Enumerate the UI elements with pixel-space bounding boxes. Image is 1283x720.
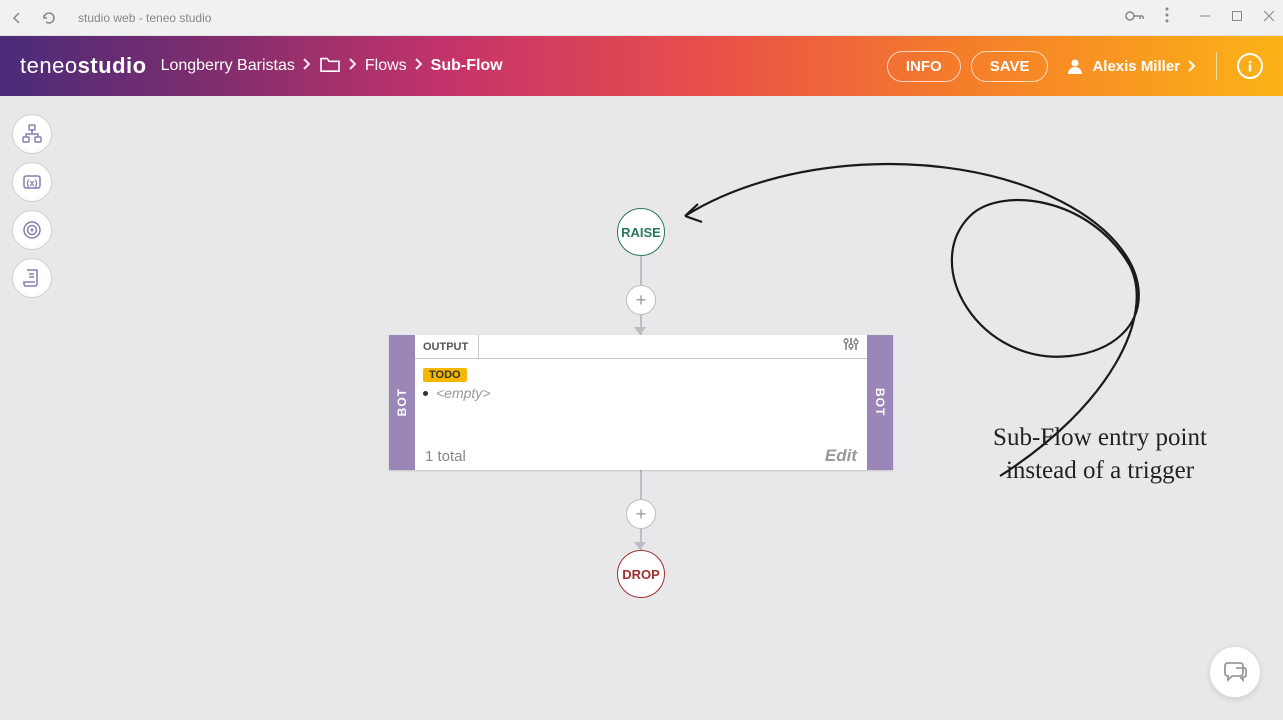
reload-button[interactable] (40, 9, 58, 27)
raise-node[interactable]: RAISE (617, 208, 665, 256)
app-header: teneostudio Longberry Baristas Flows Sub… (0, 36, 1283, 96)
chat-fab[interactable] (1209, 646, 1261, 698)
chevron-right-icon (415, 57, 423, 75)
drop-node[interactable]: DROP (617, 550, 665, 598)
svg-text:(x): (x) (27, 178, 38, 188)
bullet-icon (423, 391, 428, 396)
chevron-right-icon (349, 57, 357, 75)
chevron-right-icon (1188, 60, 1196, 72)
rail-script-button[interactable] (12, 258, 52, 298)
add-node-button[interactable]: + (626, 285, 656, 315)
bot-handle-left[interactable]: BOT (389, 335, 415, 470)
flow-canvas[interactable]: (x) RAISE + BOT OUTPUT TODO (0, 96, 1283, 720)
user-name: Alexis Miller (1092, 58, 1180, 75)
total-count: 1 total (425, 448, 466, 465)
todo-badge: TODO (423, 368, 467, 382)
user-menu[interactable]: Alexis Miller (1066, 57, 1196, 75)
output-header: OUTPUT (423, 335, 479, 358)
browser-chrome: studio web - teneo studio (0, 0, 1283, 36)
folder-icon[interactable] (319, 55, 341, 78)
breadcrumb-project[interactable]: Longberry Baristas (161, 57, 295, 75)
rail-structure-button[interactable] (12, 114, 52, 154)
rail-variables-button[interactable]: (x) (12, 162, 52, 202)
user-icon (1066, 57, 1084, 75)
maximize-button[interactable] (1231, 9, 1243, 27)
back-button[interactable] (8, 9, 26, 27)
add-node-button[interactable]: + (626, 499, 656, 529)
divider (1216, 52, 1217, 80)
page-title: studio web - teneo studio (78, 11, 211, 25)
left-rail: (x) (12, 114, 52, 298)
save-button[interactable]: SAVE (971, 51, 1049, 82)
minimize-button[interactable] (1199, 9, 1211, 27)
help-button[interactable] (1237, 53, 1263, 79)
key-icon[interactable] (1125, 9, 1145, 27)
empty-placeholder: <empty> (436, 385, 490, 401)
menu-dots-icon[interactable] (1165, 7, 1169, 28)
breadcrumb: Longberry Baristas Flows Sub-Flow (161, 55, 503, 78)
arrow-down-icon (634, 542, 646, 550)
output-node[interactable]: BOT OUTPUT TODO <empty> 1 total Edit BOT (389, 335, 893, 470)
connector (640, 256, 642, 285)
breadcrumb-flows[interactable]: Flows (365, 57, 407, 75)
close-button[interactable] (1263, 9, 1275, 27)
annotation-text: Sub-Flow entry point instead of a trigge… (975, 422, 1225, 487)
arrow-down-icon (634, 327, 646, 335)
bot-handle-right[interactable]: BOT (867, 335, 893, 470)
edit-button[interactable]: Edit (825, 446, 857, 466)
breadcrumb-current: Sub-Flow (431, 57, 503, 75)
app-logo: teneostudio (20, 53, 147, 79)
sliders-icon[interactable] (843, 337, 859, 356)
connector (640, 470, 642, 499)
chevron-right-icon (303, 57, 311, 75)
rail-target-button[interactable] (12, 210, 52, 250)
info-button[interactable]: INFO (887, 51, 961, 82)
